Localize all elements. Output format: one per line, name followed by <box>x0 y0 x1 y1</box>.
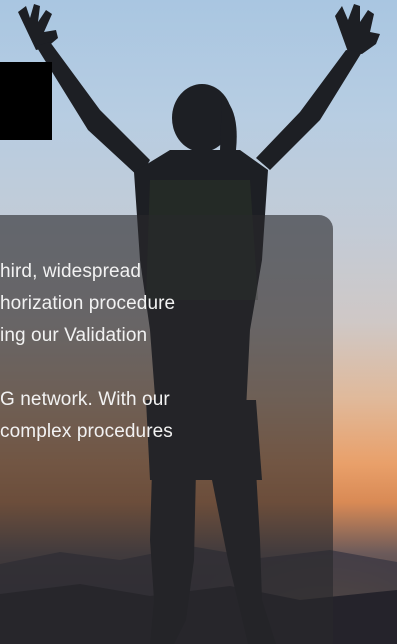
paragraph-2-line-2: complex procedures <box>0 421 173 442</box>
paragraph-1-line-1: hird, widespread <box>0 261 142 282</box>
overlay-text: hird, widespread horization procedure in… <box>0 256 397 448</box>
hero-section: hird, widespread horization procedure in… <box>0 0 397 644</box>
paragraph-1-line-2: horization procedure <box>0 293 176 314</box>
dark-label-block <box>0 62 52 140</box>
paragraph-2-line-1: G network. With our <box>0 389 170 410</box>
paragraph-1-line-3: ing our Validation <box>0 325 148 346</box>
